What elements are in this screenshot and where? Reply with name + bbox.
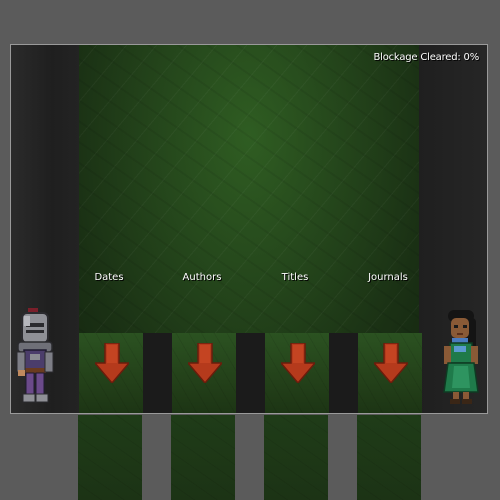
column-label-journals: Journals [368, 272, 408, 283]
column-lane-dates[interactable] [79, 333, 143, 413]
column-base-journals [357, 415, 421, 500]
column-base-titles [264, 415, 328, 500]
down-arrow-icon[interactable] [374, 343, 408, 383]
column-lane-titles[interactable] [265, 333, 329, 413]
knight-character [16, 308, 54, 403]
column-base-dates [78, 415, 142, 500]
down-arrow-icon[interactable] [188, 343, 222, 383]
column-label-titles: Titles [281, 272, 309, 283]
column-lane-journals[interactable] [358, 333, 422, 413]
game-frame: Blockage Cleared: 0% Dates Authors Title… [10, 44, 488, 414]
down-arrow-icon[interactable] [281, 343, 315, 383]
column-base-authors [171, 415, 235, 500]
column-label-dates: Dates [94, 272, 124, 283]
column-label-authors: Authors [182, 272, 222, 283]
blockage-status: Blockage Cleared: 0% [373, 52, 479, 63]
heroine-character [443, 310, 479, 404]
down-arrow-icon[interactable] [95, 343, 129, 383]
column-lane-authors[interactable] [172, 333, 236, 413]
